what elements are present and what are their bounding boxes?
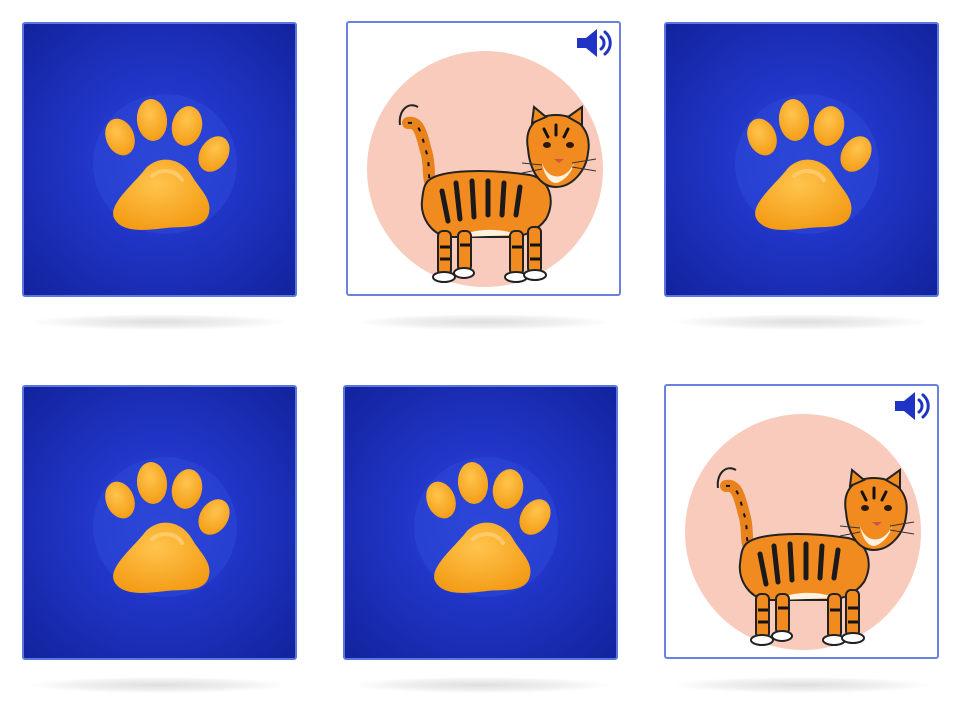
paw-icon <box>411 447 561 597</box>
card-shadow-5 <box>353 677 608 693</box>
tiger-image <box>678 404 928 654</box>
paw-icon <box>90 84 240 234</box>
card-face-tiger-1[interactable] <box>346 21 621 296</box>
card-back-4[interactable] <box>343 385 618 660</box>
paw-icon <box>732 84 882 234</box>
card-back-1[interactable] <box>22 22 297 297</box>
card-shadow-6 <box>674 677 929 693</box>
tiger-image <box>360 41 610 291</box>
memory-game-board <box>0 0 967 720</box>
card-face-tiger-2[interactable] <box>664 384 939 659</box>
card-back-3[interactable] <box>22 385 297 660</box>
card-back-2[interactable] <box>664 22 939 297</box>
card-shadow-1 <box>32 314 287 330</box>
speaker-icon[interactable] <box>891 389 935 423</box>
paw-icon <box>90 447 240 597</box>
card-shadow-3 <box>674 314 929 330</box>
card-shadow-4 <box>32 677 287 693</box>
card-shadow-2 <box>356 314 611 330</box>
speaker-icon[interactable] <box>573 26 617 60</box>
